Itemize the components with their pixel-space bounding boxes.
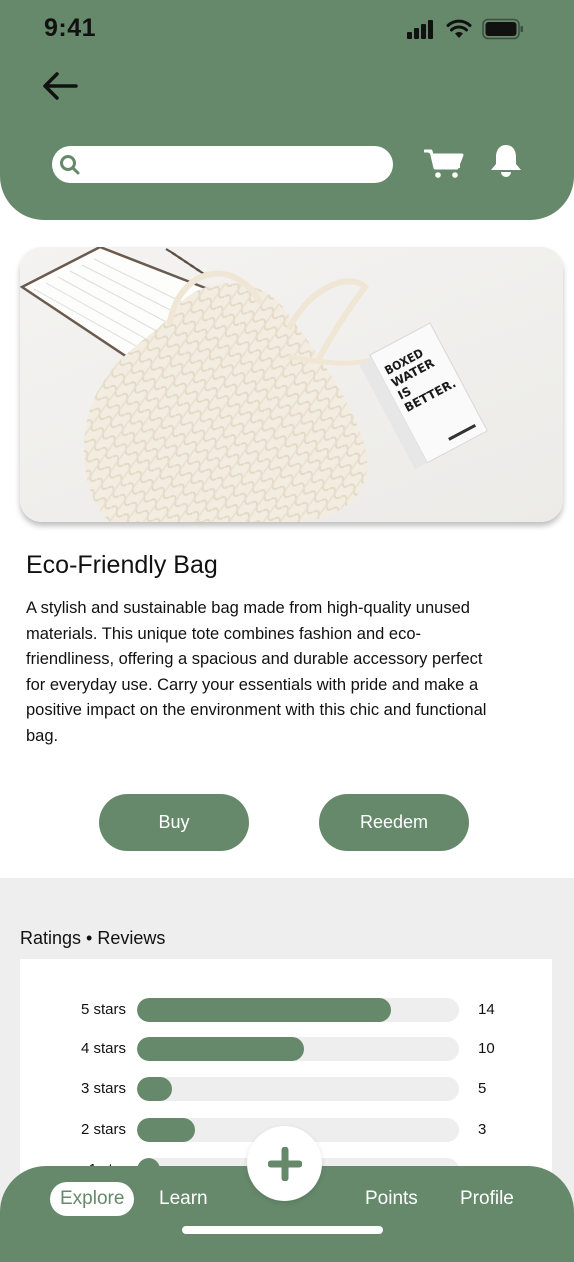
- rating-label: 3 stars: [80, 1080, 126, 1097]
- nav-profile[interactable]: Profile: [460, 1182, 514, 1216]
- rating-count: 10: [478, 1040, 495, 1057]
- home-indicator[interactable]: [182, 1226, 383, 1234]
- rating-label: 2 stars: [80, 1121, 126, 1138]
- product-description: A stylish and sustainable bag made from …: [26, 599, 487, 745]
- battery-icon: [482, 18, 523, 40]
- rating-bar-fill: [137, 1118, 195, 1142]
- rating-label: 5 stars: [80, 1001, 126, 1018]
- status-time: 9:41: [44, 14, 97, 42]
- search-input[interactable]: [88, 146, 384, 183]
- rating-label: 4 stars: [80, 1040, 126, 1057]
- rating-row-5: 5 stars 14: [20, 997, 552, 1023]
- rating-row-4: 4 stars 10: [20, 1036, 552, 1062]
- nav-explore[interactable]: Explore: [50, 1182, 135, 1216]
- status-icons: [406, 18, 524, 40]
- cart-icon: [423, 149, 464, 178]
- back-button[interactable]: [40, 68, 80, 104]
- wifi-icon: [446, 19, 472, 38]
- rating-bar-fill: [137, 998, 392, 1022]
- water-carton-illustration: BOXED WATER IS BETTER.: [359, 322, 488, 470]
- cart-button[interactable]: [423, 146, 464, 180]
- product-title: Eco-Friendly Bag: [26, 551, 218, 579]
- nav-points[interactable]: Points: [365, 1182, 418, 1216]
- product-image: BOXED WATER IS BETTER.: [20, 247, 563, 522]
- search-icon: [60, 155, 80, 175]
- bell-icon: [491, 145, 521, 177]
- notifications-button[interactable]: [488, 143, 524, 179]
- signal-icon: [407, 20, 433, 39]
- back-arrow-icon: [43, 72, 78, 100]
- search-bar[interactable]: [52, 146, 393, 183]
- rating-bar-track: [137, 1077, 459, 1101]
- rating-row-3: 3 stars 5: [20, 1076, 552, 1102]
- buy-button[interactable]: Buy: [99, 794, 249, 851]
- rating-bar-fill: [137, 1077, 173, 1101]
- add-button[interactable]: [247, 1126, 322, 1201]
- header: 9:41: [0, 0, 574, 220]
- rating-bar-fill: [137, 1037, 305, 1061]
- rating-bar-track: [137, 1037, 459, 1061]
- nav-learn[interactable]: Learn: [159, 1182, 208, 1216]
- redeem-button[interactable]: Reedem: [319, 794, 469, 851]
- rating-count: 3: [478, 1121, 487, 1138]
- reviews-heading: Ratings • Reviews: [20, 928, 166, 948]
- rating-count: 14: [478, 1001, 495, 1018]
- rating-count: 5: [478, 1080, 487, 1097]
- plus-icon: [267, 1146, 302, 1181]
- rating-bar-track: [137, 998, 459, 1022]
